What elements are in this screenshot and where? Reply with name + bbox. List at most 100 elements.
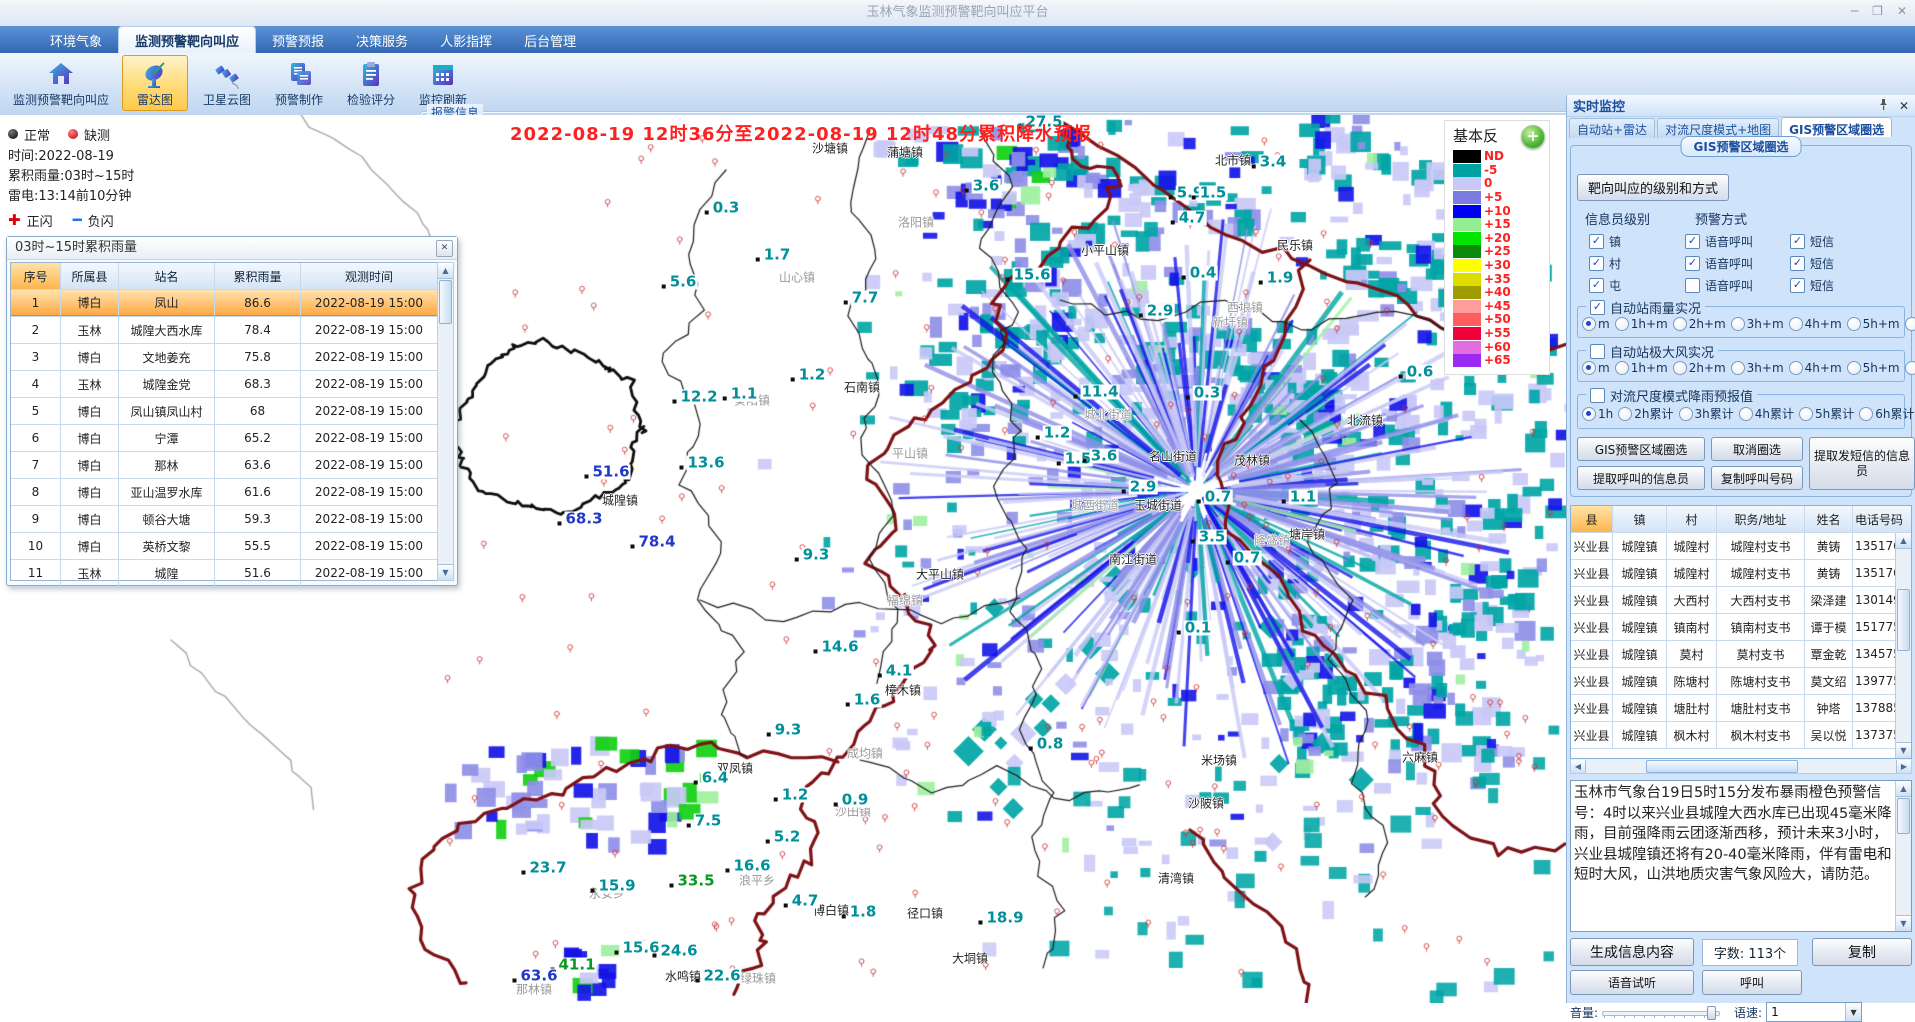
cancel-select-button[interactable]: 取消圈选 [1711,437,1803,461]
scroll-up-icon[interactable]: ▲ [1896,781,1911,797]
rain-table-row[interactable]: 3博白文地姜充75.82022-08-19 15:00 [11,344,437,371]
voice-preview-button[interactable]: 语音试听 [1570,970,1694,995]
toolbar-button-1[interactable]: 监测预警靶向叫应 [6,55,116,111]
radio-icon[interactable] [1615,361,1629,375]
close-icon[interactable]: ✕ [1897,4,1907,18]
contacts-row[interactable]: 兴业县城隍镇镇南村镇南村支书谭于模151775946 [1571,614,1911,641]
radio-icon[interactable] [1905,361,1915,375]
rain-table-row[interactable]: 2玉林城隍大西水库78.42022-08-19 15:00 [11,317,437,344]
radio-option[interactable]: 4h累计 [1739,405,1794,422]
rain-col-header[interactable]: 站名 [119,263,215,289]
extract-call-informers-button[interactable]: 提取呼叫的信息员 [1577,466,1705,490]
rain-table-row[interactable]: 5博白凤山镇凤山村682022-08-19 15:00 [11,398,437,425]
contacts-row[interactable]: 兴业县城隍镇陈塘村陈塘村支书莫文绍139775796 [1571,668,1911,695]
radio-icon[interactable] [1847,361,1861,375]
section-checkbox[interactable] [1590,388,1605,403]
toolbar-button-5[interactable]: 检验评分 [338,55,404,111]
menu-tab-1[interactable]: 环境气象 [34,27,118,53]
radio-icon[interactable] [1731,361,1745,375]
radio-icon[interactable] [1799,407,1813,421]
radio-icon[interactable] [1905,317,1915,331]
section-checkbox[interactable] [1590,344,1605,359]
contacts-row[interactable]: 兴业县城隍镇城隍村城隍村支书黄铸135176975 [1571,533,1911,560]
contacts-row[interactable]: 兴业县城隍镇枫木村枫木村支书吴以悦137375511 [1571,722,1911,749]
radio-icon[interactable] [1673,317,1687,331]
radio-option[interactable]: 4h+m [1789,361,1842,375]
warning-message-text[interactable]: 玉林市气象台19日5时15分发布暴雨橙色预警信号：4时以来兴业县城隍大西水库已出… [1574,783,1893,929]
rain-table-row[interactable]: 10博白英桥文黎55.52022-08-19 15:00 [11,533,437,560]
radio-option[interactable]: m [1582,317,1610,331]
legend-zoom-button[interactable]: + [1521,125,1545,149]
radio-option[interactable]: 5h+m [1847,317,1900,331]
radio-option[interactable]: 12h+m [1905,361,1915,375]
rain-col-header[interactable]: 观测时间 [301,263,437,289]
level-checkbox[interactable]: ✓ [1589,278,1604,293]
radio-option[interactable]: 2h+m [1673,361,1726,375]
scroll-up-icon[interactable]: ▲ [438,263,453,279]
menu-tab-5[interactable]: 人影指挥 [424,27,508,53]
menu-tab-2[interactable]: 监测预警靶向叫应 [118,26,256,53]
section-checkbox[interactable]: ✓ [1590,300,1605,315]
radio-icon[interactable] [1582,407,1596,421]
radio-option[interactable]: 1h+m [1615,317,1668,331]
radio-icon[interactable] [1615,317,1629,331]
voice-checkbox[interactable] [1685,278,1700,293]
radio-icon[interactable] [1739,407,1753,421]
sms-checkbox[interactable]: ✓ [1790,234,1805,249]
scroll-down-icon[interactable]: ▼ [438,564,453,580]
radio-icon[interactable] [1679,407,1693,421]
scroll-down-icon[interactable]: ▼ [1896,742,1911,758]
radio-icon[interactable] [1582,361,1596,375]
rain-table-row[interactable]: 7博白那林63.62022-08-19 15:00 [11,452,437,479]
radio-icon[interactable] [1731,317,1745,331]
level-checkbox[interactable]: ✓ [1589,256,1604,271]
rain-table-row[interactable]: 8博白亚山温罗水库61.62022-08-19 15:00 [11,479,437,506]
panel-tab-3[interactable]: GIS预警区域圈选 [1781,117,1892,137]
radio-icon[interactable] [1789,361,1803,375]
radio-option[interactable]: 5h累计 [1799,405,1854,422]
sms-checkbox[interactable]: ✓ [1790,256,1805,271]
generate-message-button[interactable]: 生成信息内容 [1570,938,1694,966]
target-call-level-button[interactable]: 靶向叫应的级别和方式 [1577,174,1729,201]
scroll-thumb[interactable] [439,280,452,324]
radio-option[interactable]: m [1582,361,1610,375]
radio-icon[interactable] [1618,407,1632,421]
radio-option[interactable]: 6h累计 [1859,405,1914,422]
message-vscrollbar[interactable]: ▲ ▼ [1895,781,1911,931]
extract-sms-informers-button[interactable]: 提取发短信的信息员 [1809,437,1915,490]
contacts-col-header[interactable]: 电话号码 [1853,506,1911,532]
contacts-col-header[interactable]: 姓名 [1805,506,1853,532]
menu-tab-6[interactable]: 后台管理 [508,27,592,53]
contacts-hscrollbar[interactable]: ◀ ▶ [1570,759,1912,774]
level-checkbox[interactable]: ✓ [1589,234,1604,249]
volume-slider[interactable] [1602,1005,1720,1019]
contacts-row[interactable]: 兴业县城隍镇莫村莫村支书覃金乾134575405 [1571,641,1911,668]
radio-icon[interactable] [1582,317,1596,331]
scroll-left-icon[interactable]: ◀ [1571,760,1586,773]
gis-area-select-button[interactable]: GIS预警区域圈选 [1577,437,1705,461]
contacts-row[interactable]: 兴业县城隍镇大西村大西村支书梁泽建130149571 [1571,587,1911,614]
scroll-right-icon[interactable]: ▶ [1896,760,1911,773]
radar-map-area[interactable]: 2022-08-19 12时36分至2022-08-19 12时48分累积降水预… [0,115,1566,1003]
contacts-col-header[interactable]: 职务/地址 [1717,506,1805,532]
rain-table-row[interactable]: 1博白凤山86.62022-08-19 15:00 [11,290,437,317]
radio-option[interactable]: 5h+m [1847,361,1900,375]
rain-col-header[interactable]: 序号 [11,263,61,289]
voice-checkbox[interactable]: ✓ [1685,234,1700,249]
radio-option[interactable]: 2h+m [1673,317,1726,331]
scroll-thumb[interactable] [1897,798,1910,834]
radio-icon[interactable] [1789,317,1803,331]
radio-icon[interactable] [1859,407,1873,421]
scroll-thumb[interactable] [1646,760,1798,773]
rain-table-row[interactable]: 9博白顿谷大塘59.32022-08-19 15:00 [11,506,437,533]
radio-option[interactable]: 1h+m [1615,361,1668,375]
contacts-row[interactable]: 兴业县城隍镇城隍村城隍村支书黄铸135176975 [1571,560,1911,587]
radio-option[interactable]: 1h [1582,407,1613,421]
speed-combobox[interactable]: 1 ▼ [1766,1002,1862,1022]
menu-tab-4[interactable]: 决策服务 [340,27,424,53]
toolbar-button-4[interactable]: 预警制作 [266,55,332,111]
panel-close-icon[interactable]: ✕ [1899,99,1909,113]
contacts-col-header[interactable]: 县 [1571,506,1613,532]
contacts-col-header[interactable]: 村 [1667,506,1717,532]
contacts-col-header[interactable]: 镇 [1613,506,1667,532]
